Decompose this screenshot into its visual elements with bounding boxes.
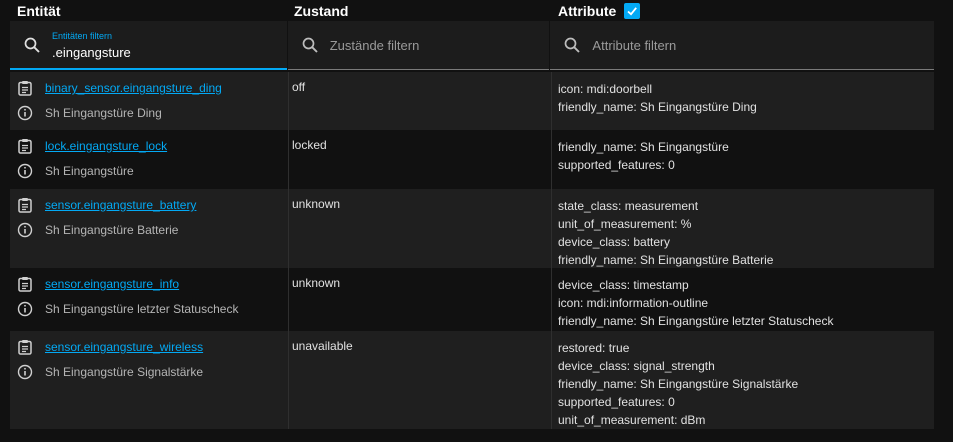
entity-friendly-name: Sh Eingangstüre xyxy=(45,164,134,178)
attribute-line: friendly_name: Sh Eingangstüre Ding xyxy=(558,100,757,114)
table-row: binary_sensor.eingangsture_ding Sh Einga… xyxy=(10,72,934,130)
attributes-filter-field[interactable]: Attribute filtern xyxy=(550,21,934,70)
info-icon[interactable] xyxy=(17,163,33,179)
attributes-cell: device_class: timestamp icon: mdi:inform… xyxy=(551,268,934,331)
attribute-line: icon: mdi:doorbell xyxy=(558,82,653,96)
entity-id-link[interactable]: lock.eingangsture_lock xyxy=(45,139,167,153)
checkmark-icon xyxy=(627,7,638,16)
filter-bar: Entitäten filtern .eingangsture Zustände… xyxy=(10,21,934,71)
entity-table: binary_sensor.eingangsture_ding Sh Einga… xyxy=(10,72,934,429)
table-row: sensor.eingangsture_wireless Sh Eingangs… xyxy=(10,331,934,429)
entity-id-link[interactable]: sensor.eingangsture_info xyxy=(45,277,179,291)
attribute-line: unit_of_measurement: % xyxy=(558,217,692,231)
attributes-cell: state_class: measurement unit_of_measure… xyxy=(551,189,934,268)
clipboard-icon[interactable] xyxy=(17,339,33,355)
column-header-state: Zustand xyxy=(294,3,349,19)
column-header-attributes: Attribute xyxy=(558,0,641,22)
attribute-line: unit_of_measurement: dBm xyxy=(558,413,706,427)
attribute-line: friendly_name: Sh Eingangstüre Signalstä… xyxy=(558,377,799,391)
info-icon[interactable] xyxy=(17,364,33,380)
attribute-line: state_class: measurement xyxy=(558,199,699,213)
clipboard-icon[interactable] xyxy=(17,80,33,96)
entity-filter-label: Entitäten filtern xyxy=(52,31,113,41)
column-header-attributes-label: Attribute xyxy=(558,3,617,19)
attributes-cell: icon: mdi:doorbell friendly_name: Sh Ein… xyxy=(551,72,934,130)
entity-cell: sensor.eingangsture_info Sh Eingangstüre… xyxy=(10,268,288,331)
state-cell: unknown xyxy=(288,189,551,268)
attributes-cell: restored: true device_class: signal_stre… xyxy=(551,331,934,429)
attributes-checkbox[interactable] xyxy=(624,3,641,19)
attribute-line: supported_features: 0 xyxy=(558,158,675,172)
clipboard-icon[interactable] xyxy=(17,276,33,292)
entity-id-link[interactable]: sensor.eingangsture_wireless xyxy=(45,340,203,354)
entity-filter-input[interactable]: .eingangsture xyxy=(52,45,131,60)
attributes-filter-input[interactable]: Attribute filtern xyxy=(592,38,676,53)
state-cell: unknown xyxy=(288,268,551,331)
search-icon xyxy=(565,37,581,53)
clipboard-icon[interactable] xyxy=(17,138,33,154)
column-header-entity: Entität xyxy=(17,3,61,19)
entity-id-link[interactable]: binary_sensor.eingangsture_ding xyxy=(45,81,222,95)
entity-filter-field[interactable]: Entitäten filtern .eingangsture xyxy=(10,21,287,70)
search-icon xyxy=(302,37,318,53)
attribute-line: icon: mdi:information-outline xyxy=(558,296,709,310)
entity-friendly-name: Sh Eingangstüre Signalstärke xyxy=(45,365,204,379)
attribute-line: supported_features: 0 xyxy=(558,395,675,409)
state-cell: unavailable xyxy=(288,331,551,429)
state-filter-field[interactable]: Zustände filtern xyxy=(287,21,550,70)
attribute-line: device_class: battery xyxy=(558,235,671,249)
attribute-line: friendly_name: Sh Eingangstüre Batterie xyxy=(558,253,774,267)
clipboard-icon[interactable] xyxy=(17,197,33,213)
attribute-line: restored: true xyxy=(558,341,630,355)
table-row: sensor.eingangsture_battery Sh Eingangst… xyxy=(10,189,934,268)
entity-cell: sensor.eingangsture_wireless Sh Eingangs… xyxy=(10,331,288,429)
state-filter-input[interactable]: Zustände filtern xyxy=(330,38,420,53)
info-icon[interactable] xyxy=(17,105,33,121)
attribute-line: friendly_name: Sh Eingangstüre xyxy=(558,140,729,154)
attribute-line: device_class: signal_strength xyxy=(558,359,715,373)
attributes-cell: friendly_name: Sh Eingangstüre supported… xyxy=(551,130,934,189)
entity-cell: binary_sensor.eingangsture_ding Sh Einga… xyxy=(10,72,288,130)
table-row: lock.eingangsture_lock Sh Eingangstüre l… xyxy=(10,130,934,189)
info-icon[interactable] xyxy=(17,301,33,317)
attribute-line: device_class: timestamp xyxy=(558,278,689,292)
state-cell: locked xyxy=(288,130,551,189)
entity-friendly-name: Sh Eingangstüre Batterie xyxy=(45,223,179,237)
entity-cell: lock.eingangsture_lock Sh Eingangstüre xyxy=(10,130,288,189)
attribute-line: friendly_name: Sh Eingangstüre letzter S… xyxy=(558,314,834,328)
entity-friendly-name: Sh Eingangstüre letzter Statuscheck xyxy=(45,302,239,316)
entity-id-link[interactable]: sensor.eingangsture_battery xyxy=(45,198,196,212)
info-icon[interactable] xyxy=(17,222,33,238)
search-icon xyxy=(24,37,40,53)
entity-friendly-name: Sh Eingangstüre Ding xyxy=(45,106,162,120)
table-row: sensor.eingangsture_info Sh Eingangstüre… xyxy=(10,268,934,331)
entity-cell: sensor.eingangsture_battery Sh Eingangst… xyxy=(10,189,288,268)
state-cell: off xyxy=(288,72,551,130)
